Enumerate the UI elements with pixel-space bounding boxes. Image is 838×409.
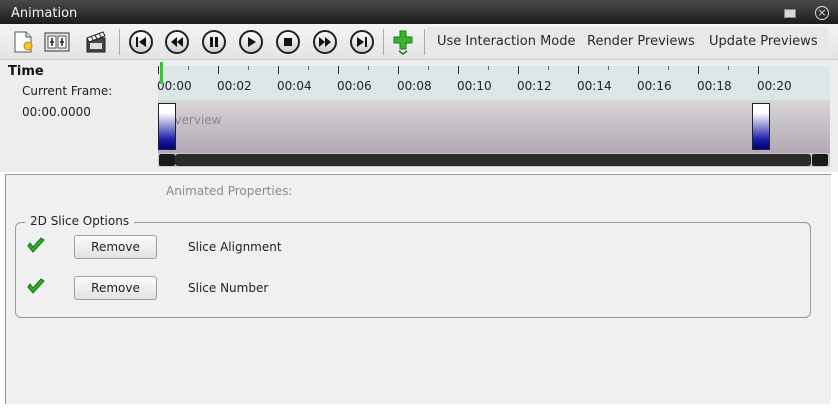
keyframe-editor-icon[interactable] [43,28,71,56]
ruler-tick-label: 00:14 [577,79,612,93]
skip-to-end-icon[interactable] [350,30,374,54]
ruler-major-tick [458,66,459,74]
render-previews-button[interactable]: Render Previews [577,27,705,57]
animation-track[interactable] [158,100,830,153]
scrollbar-left-handle[interactable] [159,154,175,166]
new-document-icon[interactable] [9,28,37,56]
current-frame-value: 00:00.0000 [22,105,91,119]
ruler-minor-tick [248,66,249,70]
current-frame-label: Current Frame: [22,84,113,98]
ruler-major-tick [398,66,399,74]
ruler-tick-label: 00:04 [277,79,312,93]
window-titlebar: Animation × [0,0,838,24]
update-previews-button[interactable]: Update Previews [699,27,828,57]
ruler-minor-tick [308,66,309,70]
toolbar-separator [424,29,425,55]
ruler-minor-tick [428,66,429,70]
animated-properties-header: Animated Properties: [166,184,293,198]
ruler-major-tick [578,66,579,74]
ruler-major-tick [518,66,519,74]
ruler-tick-label: 00:08 [397,79,432,93]
ruler-major-tick [158,66,159,74]
ruler-tick-label: 00:10 [457,79,492,93]
ruler-tick-label: 00:06 [337,79,372,93]
property-name: Slice Number [188,281,269,295]
remove-button[interactable]: Remove [74,276,157,300]
property-name: Slice Alignment [188,240,282,254]
ruler-tick-label: 00:12 [517,79,552,93]
rewind-icon[interactable] [165,30,189,54]
remove-button[interactable]: Remove [74,235,157,259]
ruler-minor-tick [488,66,489,70]
ruler-tick-label: 00:02 [217,79,252,93]
ruler-major-tick [278,66,279,74]
checkmark-icon[interactable] [26,278,46,296]
ruler-minor-tick [608,66,609,70]
ruler-minor-tick [548,66,549,70]
ruler-minor-tick [368,66,369,70]
checkmark-icon[interactable] [26,237,46,255]
ruler-major-tick [758,66,759,74]
keyframe-start[interactable] [158,103,176,150]
ruler-major-tick [218,66,219,74]
ruler-minor-tick [728,66,729,70]
pause-icon[interactable] [202,30,226,54]
toolbar-separator [119,29,120,55]
movie-clapper-icon[interactable] [82,28,110,56]
use-interaction-mode-button[interactable]: Use Interaction Mode [427,27,586,57]
window-title: Animation [11,6,78,21]
stop-icon[interactable] [276,30,300,54]
close-icon[interactable]: × [815,6,829,20]
ruler-major-tick [338,66,339,74]
timeline-panel: Time Current Frame: 00:00.0000 00:00 00:0… [0,60,838,172]
time-ruler[interactable]: 00:00 00:02 00:04 00:06 00:08 00:10 00:12 00:14… [157,66,830,100]
toolbar: Use Interaction Mode Render Previews Upd… [0,24,838,60]
ruler-tick-label: 00:16 [637,79,672,93]
skip-to-start-icon[interactable] [129,30,153,54]
ruler-minor-tick [188,66,189,70]
ruler-major-tick [698,66,699,74]
fast-forward-icon[interactable] [313,30,337,54]
time-cursor[interactable] [160,62,163,84]
time-label: Time [8,64,44,79]
maximize-icon[interactable] [784,9,796,18]
ruler-tick-label: 00:18 [697,79,732,93]
ruler-major-tick [638,66,639,74]
keyframe-end[interactable] [752,103,770,150]
green-plus-icon[interactable] [389,28,417,56]
ruler-minor-tick [668,66,669,70]
ruler-tick-label: 00:20 [757,79,792,93]
group-title: 2D Slice Options [25,214,135,228]
scrollbar-right-handle[interactable] [812,154,828,166]
scrollbar-thumb[interactable] [175,154,811,166]
play-icon[interactable] [239,30,263,54]
toolbar-separator [383,29,384,55]
